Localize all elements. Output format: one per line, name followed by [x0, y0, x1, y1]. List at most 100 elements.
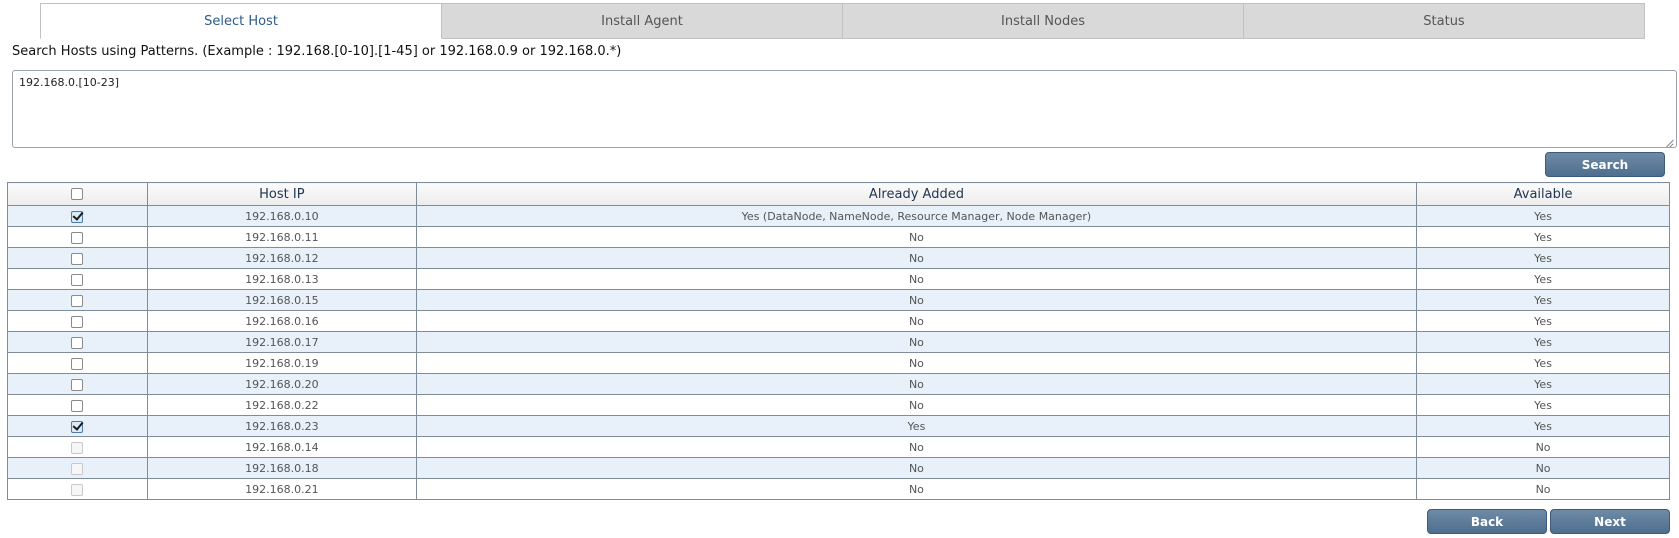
already-added-cell: No: [415, 331, 1418, 353]
available-cell: No: [1416, 478, 1670, 500]
host-ip-cell: 192.168.0.18: [146, 457, 417, 479]
table-row: 192.168.0.20 No Yes: [7, 373, 1670, 395]
search-hint: Search Hosts using Patterns. (Example : …: [12, 44, 622, 59]
row-checkbox[interactable]: [71, 336, 84, 349]
row-checkbox[interactable]: [71, 399, 84, 412]
row-select-cell: [7, 247, 148, 269]
table-row: 192.168.0.11 No Yes: [7, 226, 1670, 248]
select-all-checkbox[interactable]: [71, 188, 84, 200]
row-select-cell: [7, 205, 148, 227]
available-cell: Yes: [1416, 310, 1670, 332]
available-cell: Yes: [1416, 289, 1670, 311]
available-cell: No: [1416, 457, 1670, 479]
already-added-cell: No: [415, 394, 1418, 416]
row-checkbox[interactable]: [71, 210, 84, 223]
already-added-cell: No: [415, 268, 1418, 290]
available-cell: Yes: [1416, 268, 1670, 290]
available-cell: No: [1416, 436, 1670, 458]
table-row: 192.168.0.10 Yes (DataNode, NameNode, Res…: [7, 205, 1670, 227]
tab-select-host[interactable]: Select Host: [40, 3, 442, 39]
table-row: 192.168.0.18 No No: [7, 457, 1670, 479]
row-checkbox: [71, 483, 84, 496]
host-ip-cell: 192.168.0.15: [146, 289, 417, 311]
available-cell: Yes: [1416, 205, 1670, 227]
row-select-cell: [7, 478, 148, 500]
available-cell: Yes: [1416, 226, 1670, 248]
tab-install-agent[interactable]: Install Agent: [442, 3, 843, 39]
already-added-cell: No: [415, 247, 1418, 269]
already-added-cell: Yes (DataNode, NameNode, Resource Manage…: [415, 205, 1418, 227]
table-row: 192.168.0.15 No Yes: [7, 289, 1670, 311]
table-row: 192.168.0.22 No Yes: [7, 394, 1670, 416]
row-select-cell: [7, 268, 148, 290]
available-cell: Yes: [1416, 331, 1670, 353]
host-ip-cell: 192.168.0.11: [146, 226, 417, 248]
row-checkbox: [71, 462, 84, 475]
tab-status[interactable]: Status: [1244, 3, 1645, 39]
already-added-cell: No: [415, 289, 1418, 311]
already-added-cell: No: [415, 373, 1418, 395]
table-row: 192.168.0.23 Yes Yes: [7, 415, 1670, 437]
table-row: 192.168.0.21 No No: [7, 478, 1670, 500]
already-added-cell: No: [415, 310, 1418, 332]
row-select-cell: [7, 289, 148, 311]
host-ip-cell: 192.168.0.12: [146, 247, 417, 269]
row-select-cell: [7, 373, 148, 395]
host-ip-cell: 192.168.0.23: [146, 415, 417, 437]
already-added-cell: No: [415, 352, 1418, 374]
row-select-cell: [7, 310, 148, 332]
row-select-cell: [7, 331, 148, 353]
row-checkbox[interactable]: [71, 294, 84, 307]
resize-grip-icon[interactable]: [1666, 137, 1676, 147]
host-ip-cell: 192.168.0.16: [146, 310, 417, 332]
table-header-row: Host IP Already Added Available: [7, 182, 1670, 206]
table-row: 192.168.0.19 No Yes: [7, 352, 1670, 374]
host-ip-cell: 192.168.0.20: [146, 373, 417, 395]
available-cell: Yes: [1416, 352, 1670, 374]
select-all-header: [7, 182, 148, 206]
host-pattern-input[interactable]: [12, 70, 1677, 148]
next-button[interactable]: Next: [1550, 509, 1670, 534]
hosts-table-body: 192.168.0.10 Yes (DataNode, NameNode, Res…: [7, 205, 1670, 500]
wizard-tabs: Select Host Install Agent Install Nodes …: [40, 3, 1645, 39]
host-ip-cell: 192.168.0.10: [146, 205, 417, 227]
table-row: 192.168.0.17 No Yes: [7, 331, 1670, 353]
available-header: Available: [1416, 182, 1670, 206]
table-row: 192.168.0.16 No Yes: [7, 310, 1670, 332]
row-select-cell: [7, 226, 148, 248]
already-added-cell: No: [415, 436, 1418, 458]
host-ip-header: Host IP: [146, 182, 417, 206]
row-select-cell: [7, 436, 148, 458]
table-row: 192.168.0.14 No No: [7, 436, 1670, 458]
already-added-cell: No: [415, 226, 1418, 248]
already-added-cell: No: [415, 478, 1418, 500]
row-checkbox[interactable]: [71, 420, 84, 433]
row-select-cell: [7, 457, 148, 479]
host-ip-cell: 192.168.0.19: [146, 352, 417, 374]
tab-install-nodes[interactable]: Install Nodes: [843, 3, 1244, 39]
host-selection-page: Select Host Install Agent Install Nodes …: [0, 0, 1679, 538]
row-checkbox[interactable]: [71, 231, 84, 244]
already-added-cell: No: [415, 457, 1418, 479]
available-cell: Yes: [1416, 394, 1670, 416]
host-ip-cell: 192.168.0.17: [146, 331, 417, 353]
row-checkbox[interactable]: [71, 273, 84, 286]
host-ip-cell: 192.168.0.13: [146, 268, 417, 290]
row-checkbox[interactable]: [71, 357, 84, 370]
row-select-cell: [7, 394, 148, 416]
available-cell: Yes: [1416, 415, 1670, 437]
host-ip-cell: 192.168.0.22: [146, 394, 417, 416]
host-ip-cell: 192.168.0.21: [146, 478, 417, 500]
row-checkbox[interactable]: [71, 378, 84, 391]
row-checkbox[interactable]: [71, 252, 84, 265]
row-select-cell: [7, 415, 148, 437]
row-checkbox[interactable]: [71, 315, 84, 328]
hosts-table: Host IP Already Added Available 192.168.…: [7, 182, 1670, 500]
search-button[interactable]: Search: [1545, 152, 1665, 177]
table-row: 192.168.0.13 No Yes: [7, 268, 1670, 290]
back-button[interactable]: Back: [1427, 509, 1547, 534]
already-added-header: Already Added: [415, 182, 1418, 206]
available-cell: Yes: [1416, 247, 1670, 269]
already-added-cell: Yes: [415, 415, 1418, 437]
row-select-cell: [7, 352, 148, 374]
